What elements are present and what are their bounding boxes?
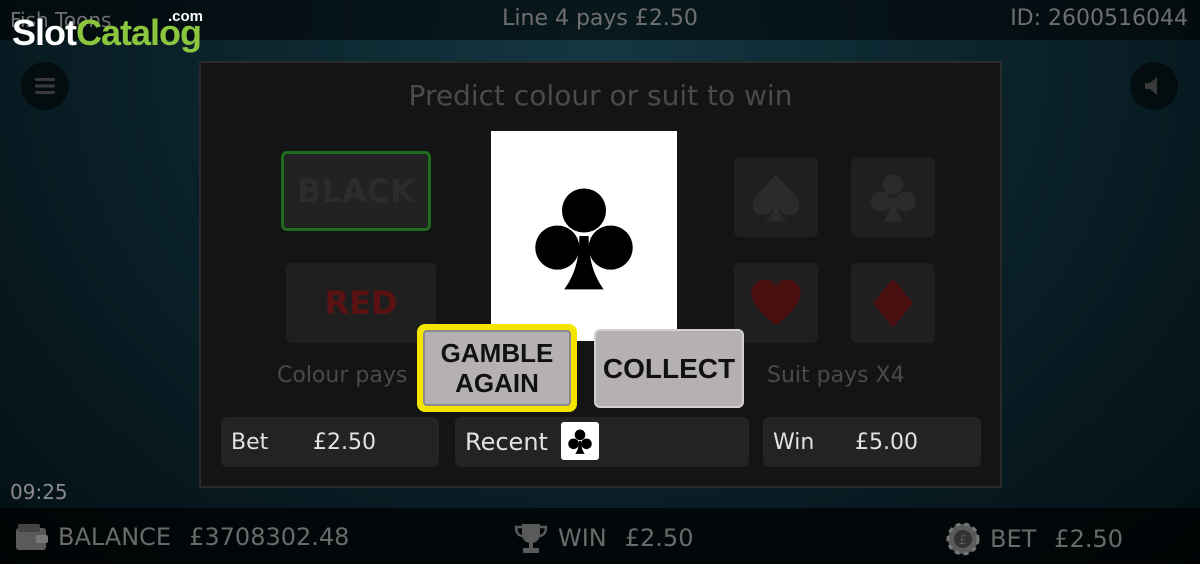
- recent-card: [561, 422, 599, 460]
- svg-text:£: £: [959, 533, 967, 547]
- collect-button[interactable]: COLLECT: [594, 329, 744, 408]
- recent-label: Recent: [465, 428, 548, 456]
- sound-button[interactable]: [1130, 62, 1178, 110]
- win-display: WIN £2.50: [514, 522, 693, 554]
- bottom-bar: BALANCE £3708302.48 WIN £2.50 £ BET £2.5…: [0, 508, 1200, 564]
- bet-label: Bet: [231, 429, 269, 455]
- bet-display[interactable]: £ BET £2.50: [946, 522, 1123, 556]
- bet-total-value: £2.50: [1054, 525, 1124, 553]
- wallet-icon: [16, 524, 48, 550]
- balance-value: £3708302.48: [189, 523, 350, 551]
- red-button[interactable]: RED: [286, 263, 436, 343]
- club-icon: [535, 188, 633, 290]
- gamble-again-label: GAMBLE AGAIN: [423, 330, 571, 406]
- win-total-value: £2.50: [624, 524, 694, 552]
- club-icon: [568, 429, 592, 454]
- bet-value: £2.50: [313, 429, 376, 455]
- balance-label: BALANCE: [58, 523, 172, 551]
- heart-icon: [751, 279, 801, 326]
- menu-icon: [35, 78, 55, 94]
- bet-total-label: BET: [990, 525, 1037, 553]
- recent-box: Recent: [455, 417, 749, 467]
- trophy-icon: [514, 524, 548, 553]
- diamond-icon: [872, 278, 914, 328]
- win-label: Win: [773, 429, 815, 455]
- logo-com-text: .com: [168, 8, 204, 25]
- current-card: [491, 131, 677, 341]
- suit-pays-label: Suit pays X4: [767, 363, 905, 388]
- clock: 09:25: [10, 480, 68, 504]
- win-total-label: WIN: [558, 524, 607, 552]
- gamble-again-button[interactable]: GAMBLE AGAIN: [417, 324, 577, 412]
- chip-icon: £: [946, 522, 980, 556]
- spade-icon: [752, 173, 800, 222]
- sound-icon: [1145, 77, 1157, 95]
- club-icon: [870, 174, 916, 222]
- gamble-title: Predict colour or suit to win: [408, 79, 793, 112]
- diamond-button[interactable]: [851, 263, 935, 343]
- colour-pays-label: Colour pays: [277, 363, 408, 388]
- club-button[interactable]: [851, 157, 935, 237]
- black-button[interactable]: BLACK: [281, 151, 431, 231]
- balance-display: BALANCE £3708302.48: [14, 522, 349, 552]
- win-value: £5.00: [855, 429, 918, 455]
- spade-button[interactable]: [734, 157, 818, 237]
- heart-button[interactable]: [734, 263, 818, 343]
- menu-button[interactable]: [21, 62, 69, 110]
- bet-box: Bet £2.50: [221, 417, 439, 467]
- logo-slot-text: Slot: [12, 12, 77, 53]
- game-id: ID: 2600516044: [1010, 6, 1188, 31]
- gamble-panel: Predict colour or suit to win BLACK RED …: [199, 61, 1002, 488]
- win-box: Win £5.00: [763, 417, 981, 467]
